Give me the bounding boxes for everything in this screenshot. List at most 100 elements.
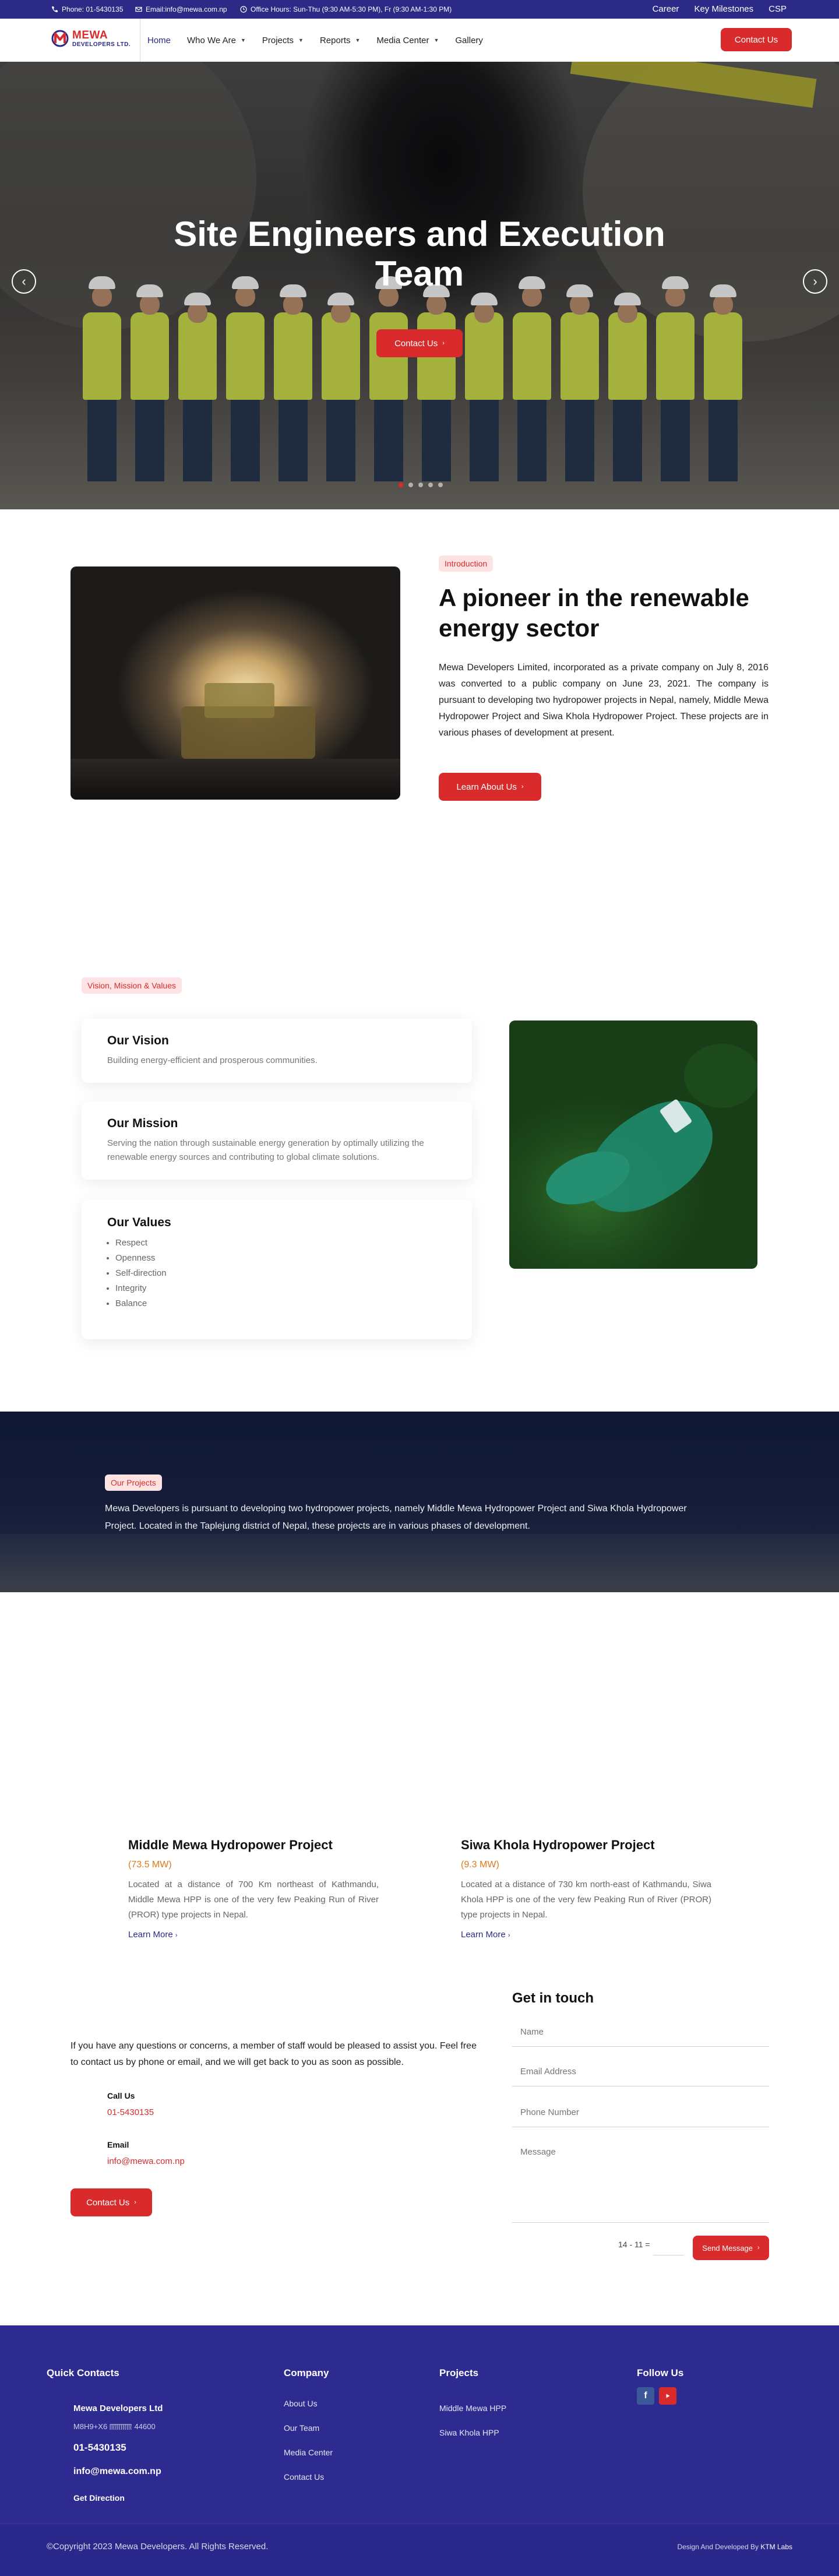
- values-list: Respect Openness Self-direction Integrit…: [115, 1236, 167, 1311]
- list-item: Integrity: [115, 1281, 167, 1296]
- slider-dot[interactable]: [428, 483, 433, 487]
- slider-dot[interactable]: [418, 483, 423, 487]
- top-bar: Phone: 01-5430135 Email:info@mewa.com.np…: [0, 0, 839, 19]
- projects-banner: Our Projects Mewa Developers is pursuant…: [0, 1412, 839, 1592]
- caret-down-icon: ▼: [355, 37, 361, 43]
- nav-media-center[interactable]: Media Center ▼: [376, 19, 439, 62]
- phone-input[interactable]: [512, 2098, 769, 2127]
- send-message-button[interactable]: Send Message ›: [693, 2236, 769, 2260]
- projects-tag: Our Projects: [105, 1474, 162, 1491]
- project-card-siwa-khola: Siwa Khola Hydropower Project (9.3 MW) L…: [461, 1838, 711, 1940]
- footer-company-name: Mewa Developers Ltd: [73, 2403, 163, 2413]
- tunnel-image: [70, 566, 400, 800]
- copyright-text: ©Copyright 2023 Mewa Developers. All Rig…: [47, 2542, 269, 2552]
- project-capacity: (73.5 MW): [128, 1860, 172, 1870]
- intro-body: Mewa Developers Limited, incorporated as…: [439, 663, 769, 738]
- vision-card: Our Vision Building energy-efficient and…: [82, 1019, 472, 1083]
- footer-link-about-us[interactable]: About Us: [284, 2399, 318, 2408]
- footer-link-contact-us[interactable]: Contact Us: [284, 2472, 324, 2482]
- chevron-right-icon: ›: [134, 2199, 136, 2206]
- chevron-right-icon: ›: [813, 274, 817, 288]
- nav-gallery[interactable]: Gallery: [455, 19, 483, 62]
- slider-dots: [399, 483, 443, 487]
- list-item: Respect: [115, 1236, 167, 1251]
- vision-title: Our Vision: [107, 1034, 169, 1047]
- primary-nav: Home Who We Are ▼ Projects ▼ Reports ▼ Medi…: [140, 19, 483, 62]
- footer-email[interactable]: info@mewa.com.np: [73, 2466, 161, 2477]
- values-title: Our Values: [107, 1216, 171, 1229]
- nav-contact-button[interactable]: Contact Us: [721, 28, 792, 51]
- slider-dot[interactable]: [408, 483, 413, 487]
- youtube-icon[interactable]: [659, 2387, 676, 2405]
- call-us-value[interactable]: 01-5430135: [107, 2107, 154, 2117]
- learn-about-us-button[interactable]: Learn About Us ›: [439, 773, 541, 801]
- project-learn-more-link[interactable]: Learn More ›: [128, 1930, 379, 1940]
- intro-title: A pioneer in the renewable energy sector: [439, 584, 749, 642]
- chevron-left-icon: ‹: [22, 274, 26, 288]
- mail-icon: [135, 6, 142, 12]
- name-input[interactable]: [512, 2018, 769, 2047]
- email-input[interactable]: [512, 2057, 769, 2086]
- footer-phone[interactable]: 01-5430135: [73, 2442, 126, 2454]
- call-us-label: Call Us: [107, 2091, 135, 2100]
- topbar-email[interactable]: Email:info@mewa.com.np: [135, 5, 227, 13]
- project-learn-more-link[interactable]: Learn More ›: [461, 1930, 711, 1940]
- list-item: Self-direction: [115, 1266, 167, 1281]
- slider-dot[interactable]: [438, 483, 443, 487]
- list-item: Openness: [115, 1251, 167, 1266]
- caret-down-icon: ▼: [433, 37, 439, 43]
- nav-reports[interactable]: Reports ▼: [320, 19, 360, 62]
- form-title: Get in touch: [512, 1990, 594, 2006]
- captcha-question: 14 - 11 =: [618, 2240, 650, 2249]
- mission-title: Our Mission: [107, 1117, 178, 1130]
- topbar-link-career[interactable]: Career: [653, 4, 679, 14]
- nav-who-we-are[interactable]: Who We Are ▼: [187, 19, 246, 62]
- caret-down-icon: ▼: [298, 37, 304, 43]
- project-description: Located at a distance of 730 km north-ea…: [461, 1880, 711, 1920]
- chevron-right-icon: ›: [442, 340, 445, 347]
- footer-link-middle-mewa[interactable]: Middle Mewa HPP: [439, 2403, 506, 2413]
- slider-prev-button[interactable]: ‹: [12, 269, 36, 294]
- hero-contact-button[interactable]: Contact Us ›: [376, 329, 463, 357]
- topbar-hours: Office Hours: Sun-Thu (9:30 AM-5:30 PM),…: [240, 5, 452, 13]
- footer-address: M8H9+X6 ꡕꡕꡕꡕ 44600: [73, 2422, 156, 2431]
- nav-home[interactable]: Home: [140, 19, 171, 62]
- footer-quick-contacts-title: Quick Contacts: [47, 2367, 119, 2378]
- footer-link-our-team[interactable]: Our Team: [284, 2423, 319, 2433]
- logo[interactable]: MEWA DEVELOPERS LTD.: [51, 27, 131, 50]
- projects-intro: Mewa Developers is pursuant to developin…: [105, 1504, 687, 1531]
- clock-icon: [240, 6, 247, 13]
- site-footer: Quick Contacts Mewa Developers Ltd M8H9+…: [0, 2325, 839, 2576]
- logo-wordmark: MEWA: [72, 29, 108, 41]
- footer-get-direction-link[interactable]: Get Direction: [73, 2493, 125, 2503]
- topbar-link-csp[interactable]: CSP: [769, 4, 787, 14]
- mission-card: Our Mission Serving the nation through s…: [82, 1102, 472, 1180]
- values-card: Our Values Respect Openness Self-directi…: [82, 1199, 472, 1339]
- hero-title: Site Engineers and Execution Team: [174, 214, 665, 293]
- topbar-link-milestones[interactable]: Key Milestones: [694, 4, 753, 14]
- slider-dot[interactable]: [399, 483, 403, 487]
- contact-us-button[interactable]: Contact Us ›: [70, 2188, 152, 2216]
- developer-credit-link[interactable]: KTM Labs: [760, 2543, 792, 2551]
- message-textarea[interactable]: [512, 2139, 769, 2223]
- footer-company-title: Company: [284, 2367, 329, 2378]
- list-item: Balance: [115, 1296, 167, 1311]
- footer-link-media-center[interactable]: Media Center: [284, 2448, 333, 2457]
- phone-icon: [52, 6, 58, 12]
- chevron-right-icon: ›: [521, 783, 524, 790]
- caret-down-icon: ▼: [240, 37, 246, 43]
- developer-credit: Design And Developed By KTM Labs: [677, 2543, 792, 2551]
- nav-projects[interactable]: Projects ▼: [262, 19, 304, 62]
- project-title: Middle Mewa Hydropower Project: [128, 1838, 333, 1852]
- footer-projects-title: Projects: [439, 2367, 479, 2378]
- project-title: Siwa Khola Hydropower Project: [461, 1838, 655, 1852]
- email-value[interactable]: info@mewa.com.np: [107, 2156, 185, 2166]
- facebook-icon[interactable]: f: [637, 2387, 654, 2405]
- footer-copyright-bar: ©Copyright 2023 Mewa Developers. All Rig…: [0, 2524, 839, 2576]
- topbar-phone[interactable]: Phone: 01-5430135: [51, 5, 123, 13]
- topbar-links: Career Key Milestones CSP: [653, 4, 787, 14]
- contact-intro: If you have any questions or concerns, a…: [70, 2041, 477, 2067]
- footer-link-siwa-khola[interactable]: Siwa Khola HPP: [439, 2428, 499, 2437]
- captcha-input[interactable]: [653, 2236, 683, 2255]
- slider-next-button[interactable]: ›: [803, 269, 827, 294]
